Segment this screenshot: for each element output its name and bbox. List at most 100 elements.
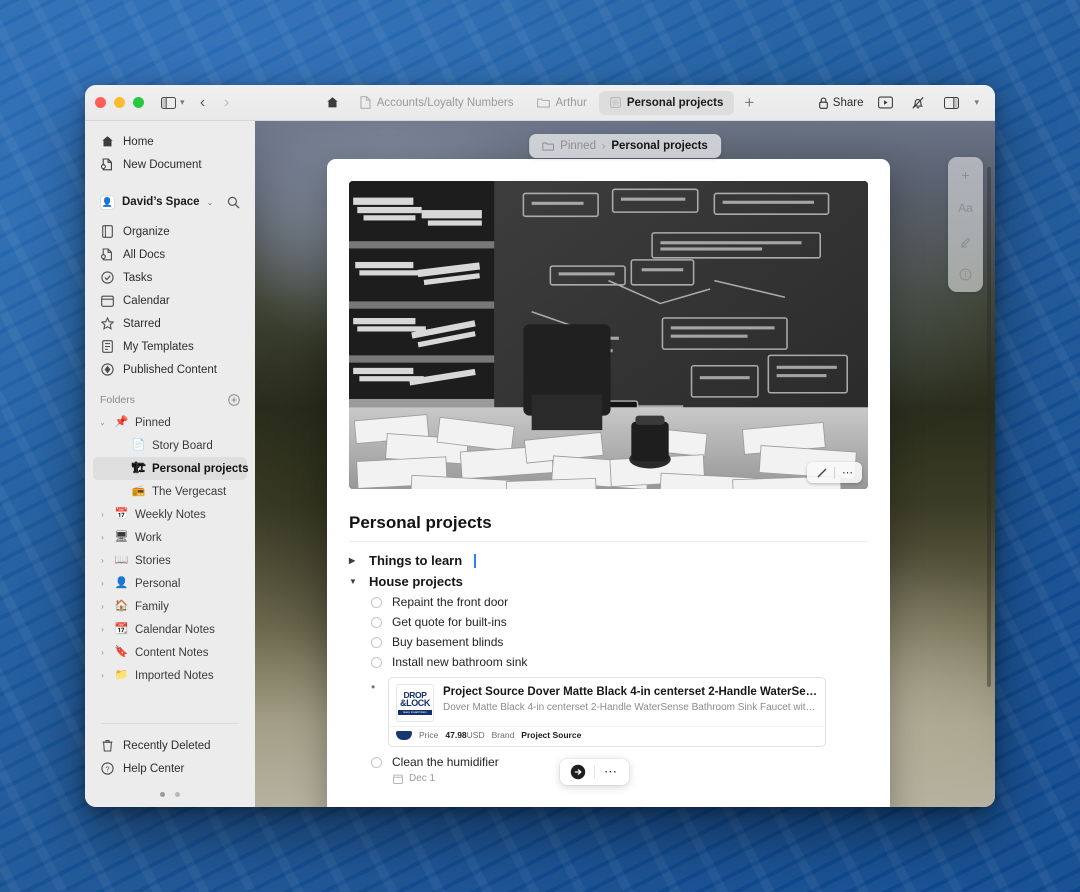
highlighter-button[interactable] [954,231,978,251]
folder-item-imported-notes[interactable]: › 📁 Imported Notes [93,664,247,687]
breadcrumb-parent[interactable]: Pinned [560,140,596,152]
all-docs-icon [100,248,114,261]
task-row[interactable]: Buy basement blinds [349,632,868,652]
folder-item-family[interactable]: › 🏠 Family [93,595,247,618]
task-row[interactable]: Install new bathroom sink [349,652,868,672]
sidebar-page-indicator[interactable] [85,780,255,807]
close-window-button[interactable] [95,97,106,108]
tab-arthur[interactable]: Arthur [526,91,598,115]
folder-icon [536,97,550,108]
task-checkbox[interactable] [371,596,382,608]
tasks-icon [100,271,114,284]
triangle-right-icon[interactable]: ▶ [349,556,358,565]
space-selector[interactable]: 👤 David’s Space ⌄ [93,190,247,214]
product-card[interactable]: DROP &LOCK Easy Install Drain Project So… [388,677,826,747]
sidebar-options-chevron-down-icon[interactable]: ▾ [180,97,185,108]
chevron-right-icon[interactable]: › [97,671,108,680]
minimize-window-button[interactable] [114,97,125,108]
folder-item-stories[interactable]: › 📖 Stories [93,549,247,572]
document-icon [360,96,371,109]
maximize-window-button[interactable] [133,97,144,108]
text-style-button[interactable]: Aa [954,198,978,218]
triangle-down-icon[interactable]: ▼ [349,577,358,586]
folder-item-calendar-notes[interactable]: › 📆 Calendar Notes [93,618,247,641]
content-pane: Pinned › Personal projects + Aa ⋯ Person… [255,121,995,807]
inspector-toggle-icon[interactable] [940,92,962,114]
chevron-right-icon[interactable]: › [97,533,108,542]
folder-item-weekly-notes[interactable]: › 📅 Weekly Notes [93,503,247,526]
hero-image[interactable]: ⋯ [349,181,868,489]
toggle-house-projects[interactable]: ▼ House projects [349,571,868,592]
task-row[interactable]: Repaint the front door [349,592,868,612]
sidebar-item-published-content[interactable]: Published Content [93,358,247,381]
folder-item-pinned[interactable]: ⌄ 📌 Pinned [93,411,247,434]
forward-button[interactable]: › [215,94,239,112]
sidebar-item-recently-deleted[interactable]: Recently Deleted [93,734,247,757]
folder-item-work[interactable]: › 🖥 Work [93,526,247,549]
task-checkbox[interactable] [371,636,382,648]
tab-home[interactable] [317,91,348,115]
sidebar-toggle-icon[interactable] [157,92,179,114]
toggle-things-to-learn[interactable]: ▶ Things to learn [349,550,868,571]
sidebar-item-my-templates[interactable]: My Templates [93,335,247,358]
sidebar-item-new-document[interactable]: New Document [93,153,247,176]
new-tab-button[interactable]: + [735,93,763,113]
tab-label: Personal projects [626,96,724,109]
present-icon[interactable] [874,92,896,114]
edit-image-button[interactable] [809,463,834,482]
search-icon[interactable] [227,196,240,209]
page-title[interactable]: Personal projects [349,513,868,533]
sidebar: Home New Document 👤 David’s Space ⌄ Orga… [85,121,255,807]
toggle-label: House projects [369,574,463,589]
inspector-chevron-down-icon[interactable]: ▾ [974,97,979,108]
task-checkbox[interactable] [371,616,382,628]
folder-item-personal[interactable]: › 👤 Personal [93,572,247,595]
folder-item-the-vergecast[interactable]: 📻 The Vergecast [93,480,247,503]
task-label: Install new bathroom sink [392,655,528,669]
sidebar-item-all-docs[interactable]: All Docs [93,243,247,266]
content-scrollbar[interactable] [987,167,991,687]
notifications-muted-icon[interactable] [907,92,929,114]
chevron-down-icon[interactable]: ⌄ [207,198,214,207]
back-button[interactable]: ‹ [191,94,215,112]
page-dot-active[interactable] [160,792,165,797]
sidebar-item-organize[interactable]: Organize [93,220,247,243]
folder-item-content-notes[interactable]: › 🔖 Content Notes [93,641,247,664]
add-block-button[interactable]: + [954,165,978,185]
sidebar-item-starred[interactable]: Starred [93,312,247,335]
sidebar-item-tasks[interactable]: Tasks [93,266,247,289]
info-button[interactable] [954,264,978,284]
more-options-button[interactable]: ⋯ [595,760,627,784]
chevron-right-icon[interactable]: › [97,602,108,611]
task-checkbox[interactable] [371,756,382,768]
folder-emoji-icon: 📄 [131,439,146,451]
image-more-button[interactable]: ⋯ [835,463,860,482]
folder-item-personal-projects[interactable]: 🏗 Personal projects [93,457,249,480]
chevron-down-icon[interactable]: ⌄ [97,418,108,427]
chevron-right-icon[interactable]: › [97,625,108,634]
share-button[interactable]: Share [818,97,863,109]
task-row[interactable]: Get quote for built-ins [349,612,868,632]
tab-personal-projects[interactable]: Personal projects [598,90,735,115]
price-currency: USD [466,730,485,740]
chevron-right-icon[interactable]: › [97,648,108,657]
chevron-right-icon[interactable]: › [97,579,108,588]
sidebar-item-help-center[interactable]: ? Help Center [93,757,247,780]
breadcrumb-current: Personal projects [611,140,708,152]
sidebar-item-label: Starred [123,317,161,330]
send-button[interactable] [562,760,594,784]
window-titlebar: ▾ ‹ › Accounts/Loyalty Numbers Arthur Pe… [85,85,995,121]
folder-item-story-board[interactable]: 📄 Story Board [93,434,247,457]
page-dot[interactable] [175,792,180,797]
sidebar-item-calendar[interactable]: Calendar [93,289,247,312]
add-folder-icon[interactable] [228,394,240,406]
chevron-right-icon[interactable]: › [97,556,108,565]
chevron-right-icon[interactable]: › [97,510,108,519]
task-checkbox[interactable] [371,656,382,668]
sidebar-item-home[interactable]: Home [93,130,247,153]
traffic-lights [95,97,144,108]
bullet-icon: • [371,680,376,694]
tab-accounts-loyalty-numbers[interactable]: Accounts/Loyalty Numbers [349,91,525,115]
sidebar-item-label: New Document [123,158,202,171]
folders-section-header: Folders [100,394,240,406]
